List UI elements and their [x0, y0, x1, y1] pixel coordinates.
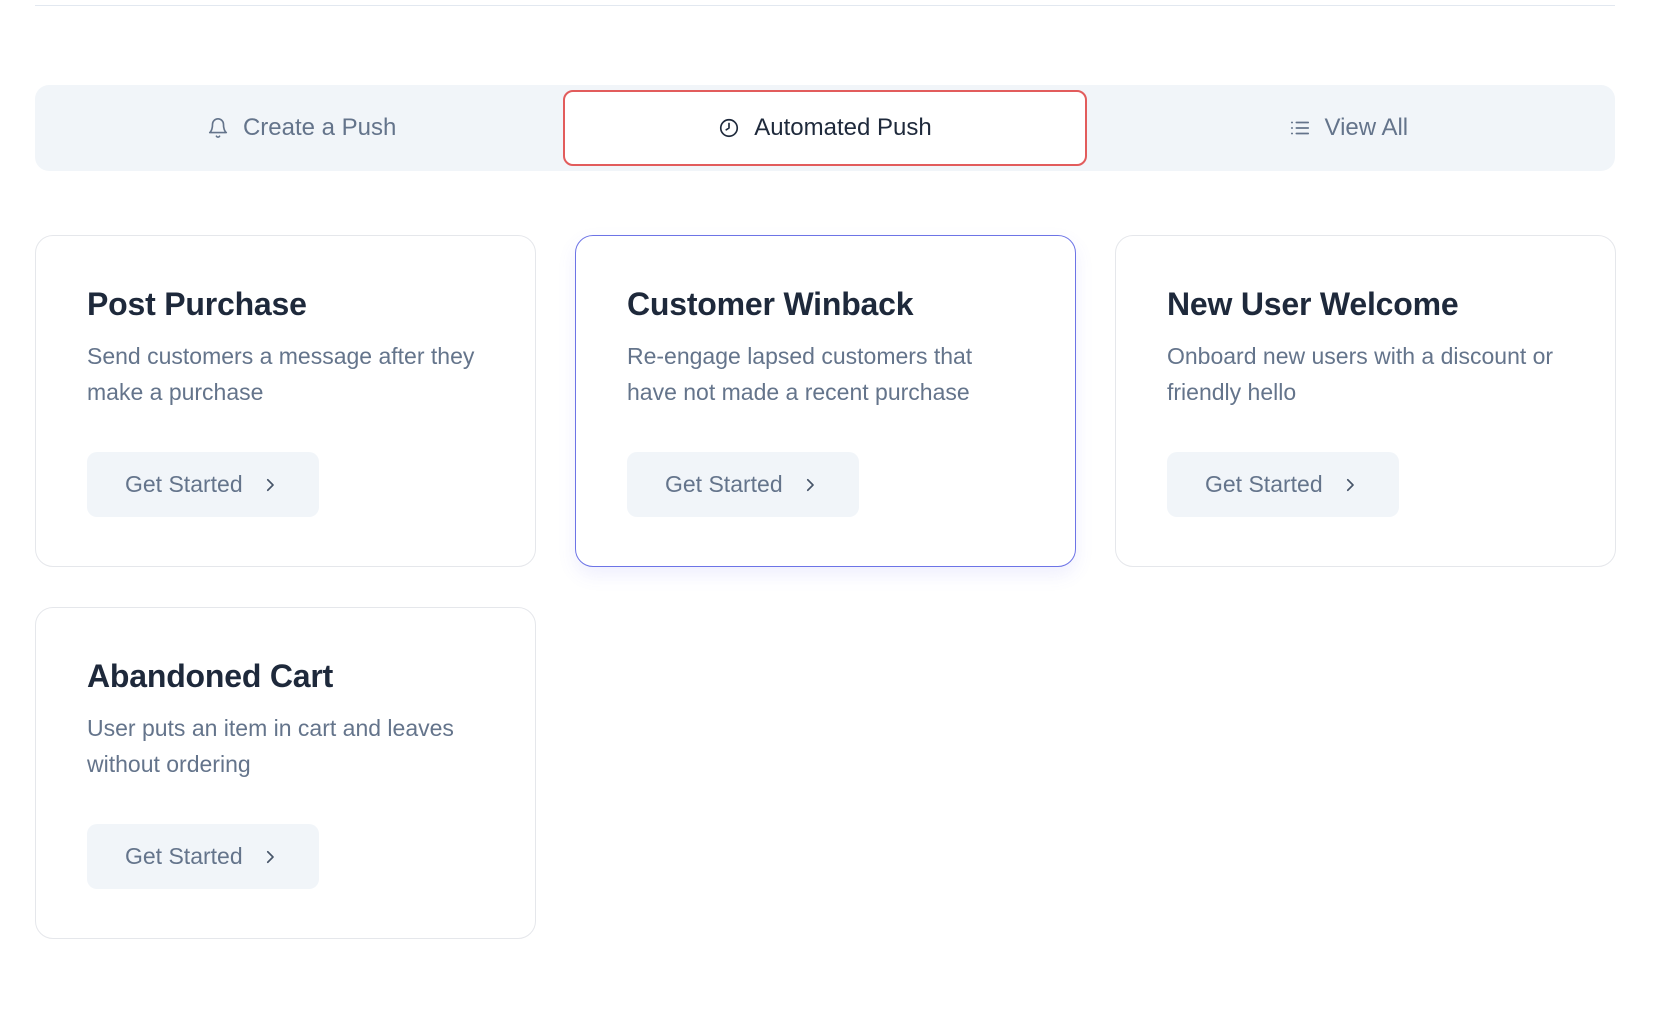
tab-label: Automated Push [754, 114, 932, 141]
get-started-button-new-user-welcome[interactable]: Get Started [1167, 452, 1399, 517]
button-label: Get Started [1205, 471, 1323, 497]
automation-card-grid: Post Purchase Send customers a message a… [35, 235, 1616, 939]
tab-create-a-push[interactable]: Create a Push [40, 90, 563, 166]
card-post-purchase: Post Purchase Send customers a message a… [35, 235, 536, 567]
card-title: Post Purchase [87, 286, 307, 322]
card-title: Abandoned Cart [87, 658, 334, 694]
get-started-button-customer-winback[interactable]: Get Started [627, 452, 859, 517]
card-description: Send customers a message after they make… [87, 343, 475, 405]
card-abandoned-cart: Abandoned Cart User puts an item in cart… [35, 607, 536, 939]
tab-label: View All [1324, 114, 1409, 141]
tab-label: Create a Push [242, 114, 397, 141]
tab-bar: Create a Push Automated Push View All [35, 85, 1615, 171]
card-description: User puts an item in cart and leaves wit… [87, 715, 454, 777]
chevron-right-icon [261, 476, 279, 494]
chevron-right-icon [801, 476, 819, 494]
tab-automated-push[interactable]: Automated Push [563, 90, 1087, 166]
chevron-right-icon [1341, 476, 1359, 494]
card-description: Onboard new users with a discount or fri… [1167, 343, 1554, 405]
clock-icon [718, 117, 740, 139]
list-icon [1289, 117, 1311, 139]
get-started-button-post-purchase[interactable]: Get Started [87, 452, 319, 517]
page: Create a Push Automated Push View All Po… [0, 0, 1670, 1026]
card-customer-winback: Customer Winback Re-engage lapsed custom… [575, 235, 1076, 567]
bell-icon [207, 117, 229, 139]
card-title: New User Welcome [1167, 286, 1459, 322]
chevron-right-icon [261, 848, 279, 866]
button-label: Get Started [125, 843, 243, 869]
top-divider [35, 5, 1615, 6]
button-label: Get Started [665, 471, 783, 497]
card-title: Customer Winback [627, 286, 914, 322]
card-description: Re-engage lapsed customers that have not… [627, 343, 973, 405]
card-new-user-welcome: New User Welcome Onboard new users with … [1115, 235, 1616, 567]
button-label: Get Started [125, 471, 243, 497]
get-started-button-abandoned-cart[interactable]: Get Started [87, 824, 319, 889]
tab-view-all[interactable]: View All [1087, 90, 1610, 166]
